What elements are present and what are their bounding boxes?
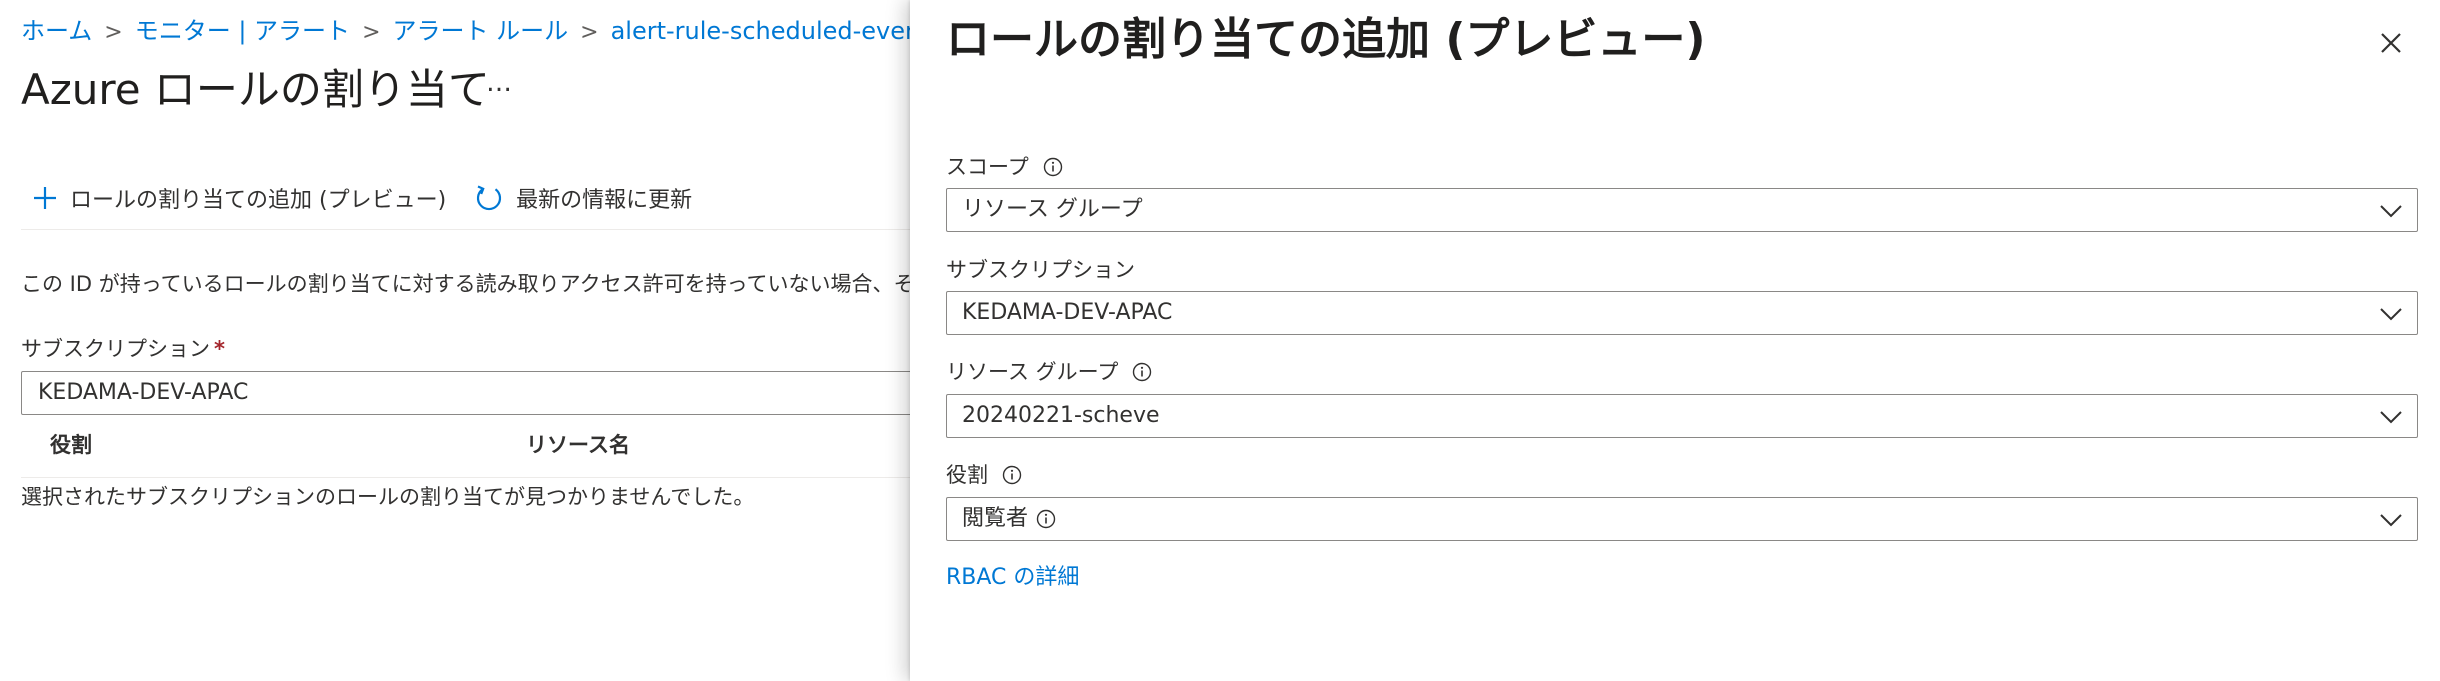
rbac-details-link[interactable]: RBAC の詳細	[946, 562, 1079, 594]
refresh-icon	[477, 185, 502, 211]
scope-value: リソース グループ	[962, 197, 1143, 222]
refresh-label: 最新の情報に更新	[516, 188, 693, 213]
breadcrumb-chevron-icon: >	[362, 20, 381, 45]
scope-dropdown[interactable]: リソース グループ	[946, 188, 2418, 232]
info-icon[interactable]	[1002, 465, 1022, 485]
role-value-text: 閲覧者	[962, 506, 1029, 531]
breadcrumb-alert-rules[interactable]: アラート ルール	[393, 17, 569, 45]
chevron-down-icon	[2380, 308, 2402, 321]
resource-group-dropdown[interactable]: 20240221-scheve	[946, 394, 2418, 438]
add-role-assignment-pane: ロールの割り当ての追加 (プレビュー) スコープ リソース グループ サブスクリ…	[910, 0, 2440, 681]
chevron-down-icon	[2380, 205, 2402, 218]
info-icon[interactable]	[1132, 362, 1152, 382]
refresh-button[interactable]: 最新の情報に更新	[474, 182, 692, 214]
breadcrumb-alert-rule-identity[interactable]: alert-rule-scheduled-event | ID	[611, 17, 910, 45]
add-role-assignment-button[interactable]: ロールの割り当ての追加 (プレビュー)	[32, 182, 446, 214]
command-bar: ロールの割り当ての追加 (プレビュー) 最新の情報に更新	[32, 178, 692, 218]
subscription-label: サブスクリプション *	[21, 334, 225, 364]
subscription-field-value: KEDAMA-DEV-APAC	[962, 300, 1173, 325]
role-label-text: 役割	[946, 463, 988, 487]
info-icon[interactable]	[1043, 157, 1063, 177]
scope-label: スコープ	[946, 152, 1063, 182]
role-value: 閲覧者	[962, 498, 1056, 540]
subscription-field-dropdown[interactable]: KEDAMA-DEV-APAC	[946, 291, 2418, 335]
add-role-assignment-label: ロールの割り当ての追加 (プレビュー)	[70, 188, 447, 213]
subscription-field-label: サブスクリプション	[946, 255, 1135, 285]
role-label: 役割	[946, 460, 1022, 490]
column-header-resource-name[interactable]: リソース名	[526, 428, 630, 462]
chevron-down-icon	[2380, 514, 2402, 527]
subscription-label-text: サブスクリプション	[21, 337, 210, 361]
role-dropdown[interactable]: 閲覧者	[946, 497, 2418, 541]
more-options-button[interactable]: …	[486, 68, 514, 98]
empty-state-message: 選択されたサブスクリプションのロールの割り当てが見つかりませんでした。	[21, 485, 755, 509]
permission-info-text: この ID が持っているロールの割り当てに対する読み取りアクセス許可を持っていな…	[21, 272, 910, 296]
toolbar-divider	[21, 229, 910, 230]
page-title: Azure ロールの割り当て	[21, 65, 490, 114]
table-divider	[21, 477, 910, 478]
breadcrumb-home[interactable]: ホーム	[21, 17, 92, 45]
breadcrumb-monitor-alerts[interactable]: モニター | アラート	[135, 17, 350, 45]
background-blade: ホーム > モニター | アラート > アラート ルール > alert-rule-sche…	[0, 0, 910, 681]
subscription-dropdown[interactable]: KEDAMA-DEV-APAC	[21, 371, 910, 415]
info-icon[interactable]	[1036, 509, 1056, 529]
subscription-field-label-text: サブスクリプション	[946, 258, 1135, 282]
pane-title: ロールの割り当ての追加 (プレビュー)	[946, 14, 1706, 65]
breadcrumb-chevron-icon: >	[104, 20, 123, 45]
scope-label-text: スコープ	[946, 155, 1029, 179]
column-header-role[interactable]: 役割	[50, 428, 92, 462]
resource-group-label-text: リソース グループ	[946, 360, 1119, 384]
close-icon[interactable]	[2372, 24, 2410, 62]
chevron-down-icon	[2380, 411, 2402, 424]
resource-group-label: リソース グループ	[946, 357, 1152, 387]
breadcrumb-chevron-icon: >	[580, 20, 599, 45]
required-marker: *	[214, 337, 225, 361]
resource-group-value: 20240221-scheve	[962, 403, 1160, 428]
plus-icon	[34, 187, 56, 209]
breadcrumb: ホーム > モニター | アラート > アラート ルール > alert-rule-sche…	[21, 14, 910, 50]
